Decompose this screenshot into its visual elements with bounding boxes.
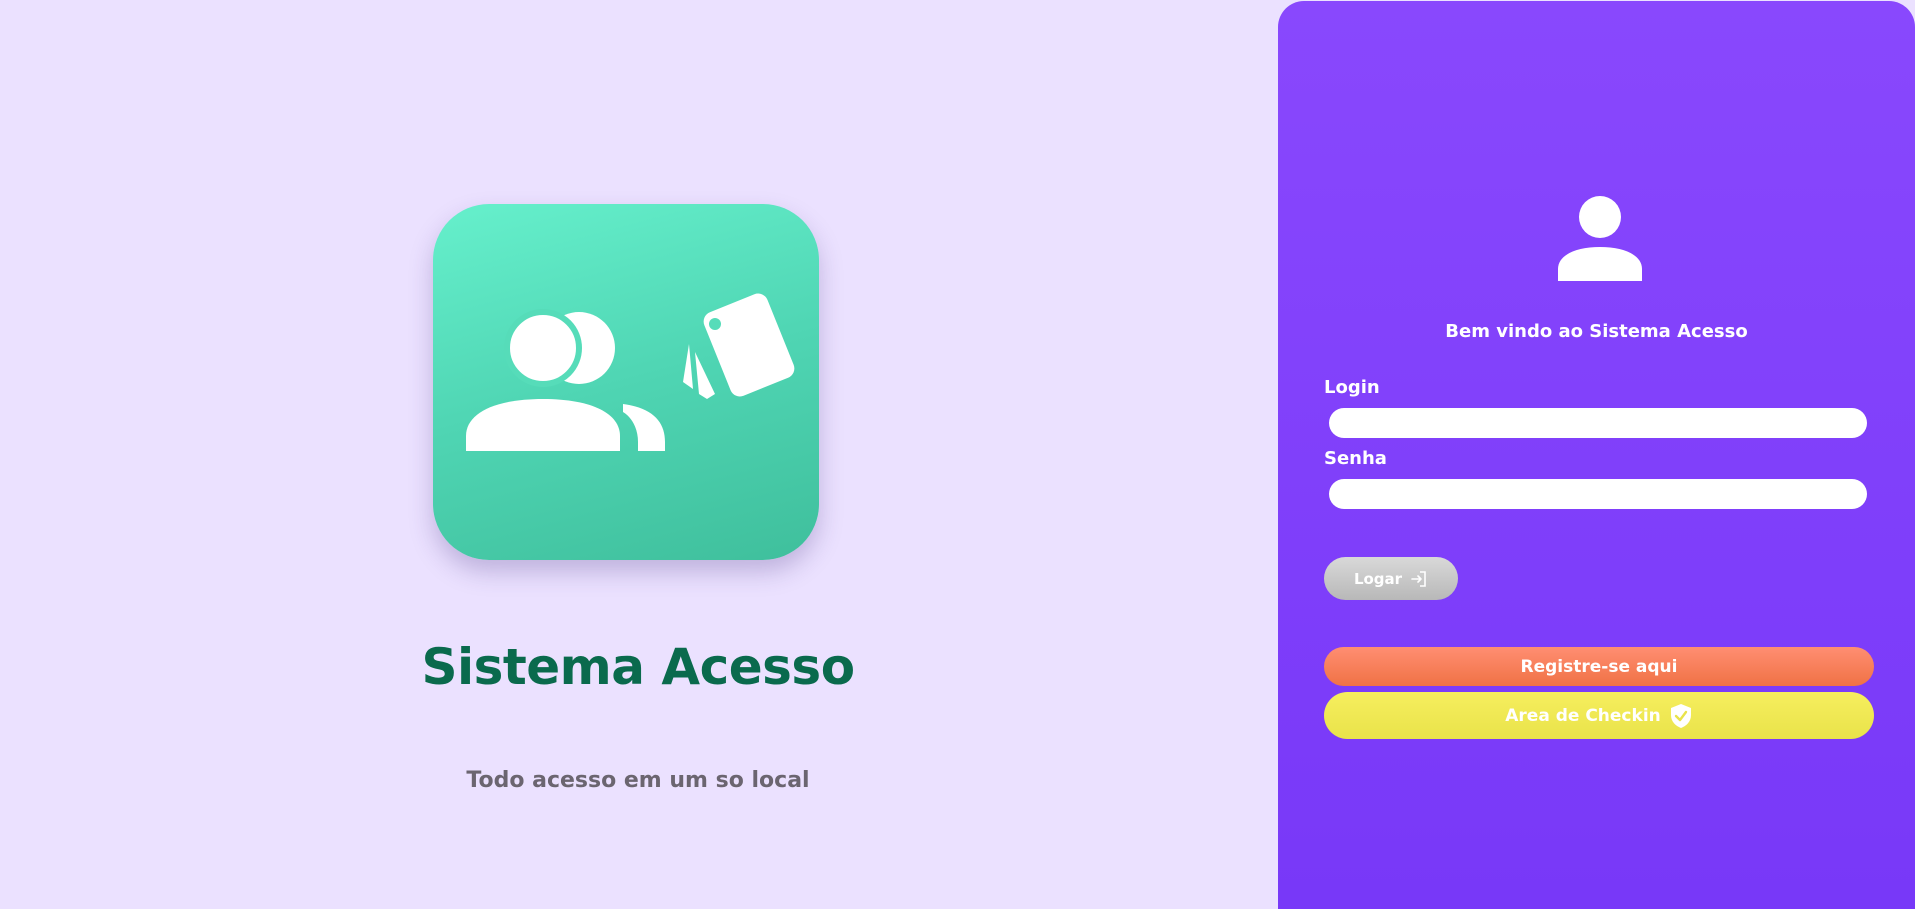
login-input[interactable] [1329, 408, 1867, 438]
senha-input[interactable] [1329, 479, 1867, 509]
register-button-label: Registre-se aqui [1520, 656, 1678, 677]
checkin-button-label: Area de Checkin [1505, 705, 1661, 726]
shield-check-icon [1670, 703, 1691, 728]
register-button[interactable]: Registre-se aqui [1324, 647, 1874, 686]
user-icon [1558, 196, 1642, 281]
senha-label: Senha [1324, 448, 1387, 469]
login-arrow-icon [1411, 570, 1426, 587]
logar-button[interactable]: Logar [1324, 557, 1458, 600]
login-label: Login [1324, 377, 1380, 398]
users-badge-icon [433, 204, 819, 560]
login-panel: Bem vindo ao Sistema Acesso Login Senha … [1278, 1, 1915, 909]
welcome-message: Bem vindo ao Sistema Acesso [1445, 321, 1748, 342]
brand-title: Sistema Acesso [421, 638, 855, 696]
checkin-button[interactable]: Area de Checkin [1324, 692, 1874, 739]
login-page: Sistema Acesso Todo acesso em um so loca… [0, 0, 1915, 909]
logar-button-label: Logar [1353, 569, 1403, 588]
brand-section: Sistema Acesso Todo acesso em um so loca… [0, 0, 1278, 909]
brand-tagline: Todo acesso em um so local [466, 768, 810, 793]
